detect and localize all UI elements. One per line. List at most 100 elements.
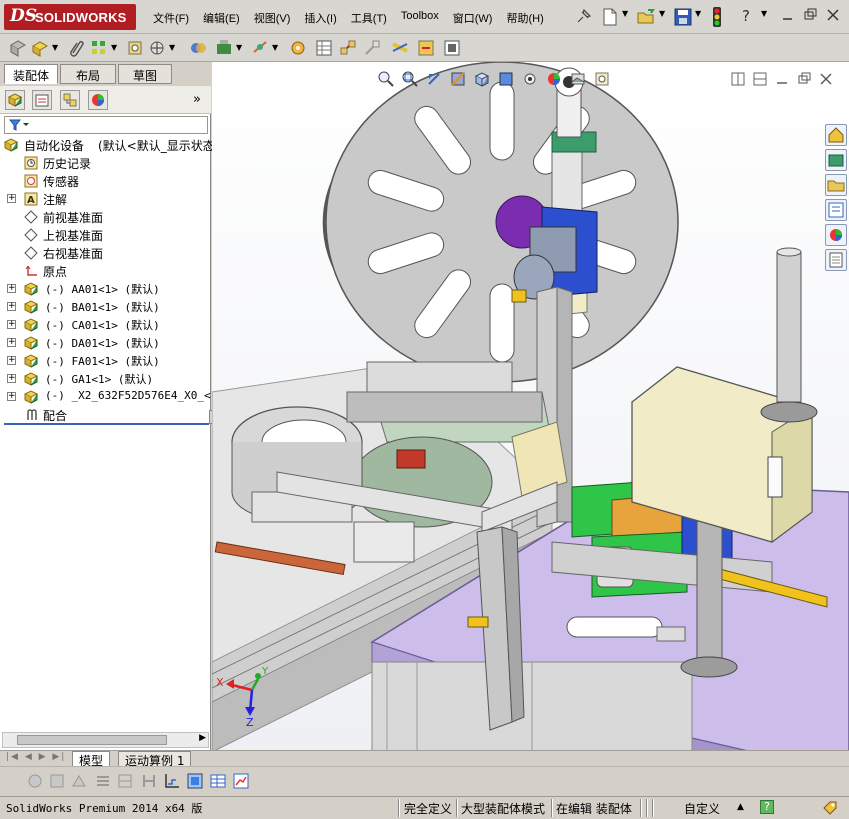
disabled-tool-6-icon[interactable] bbox=[140, 772, 158, 790]
interference-detection-icon[interactable] bbox=[390, 38, 410, 58]
rollback-bar[interactable] bbox=[4, 423, 209, 425]
previous-view-icon[interactable] bbox=[425, 70, 443, 88]
expand-toggle[interactable]: + bbox=[7, 356, 16, 365]
graphics-viewport[interactable]: X Y Z bbox=[212, 62, 849, 752]
show-hidden-components-icon[interactable] bbox=[188, 38, 208, 58]
minimize-icon[interactable] bbox=[781, 8, 795, 26]
new-document-icon[interactable] bbox=[600, 7, 620, 27]
menu-view[interactable]: 视图(V) bbox=[247, 10, 298, 26]
reference-geometry-icon[interactable] bbox=[250, 38, 270, 58]
apply-scene-icon[interactable] bbox=[569, 70, 587, 88]
clearance-verification-icon[interactable] bbox=[416, 38, 436, 58]
tab-model[interactable]: 模型 bbox=[72, 751, 111, 768]
smart-fasteners-icon[interactable] bbox=[125, 38, 145, 58]
pin-icon[interactable] bbox=[574, 8, 594, 28]
view-settings-icon[interactable] bbox=[593, 70, 611, 88]
view-palette-icon[interactable] bbox=[825, 199, 847, 221]
tree-item-component-fa01[interactable]: + (-) FA01<1> (默认) bbox=[0, 352, 211, 370]
tab-layout[interactable]: 布局 bbox=[60, 64, 116, 84]
rebuild-traffic-light-icon[interactable] bbox=[710, 6, 730, 27]
table-view-icon[interactable] bbox=[209, 772, 227, 790]
new-motion-study-icon[interactable] bbox=[288, 38, 308, 58]
custom-properties-icon[interactable] bbox=[825, 249, 847, 271]
features-dropdown-icon[interactable]: ▼ bbox=[236, 43, 246, 63]
expand-toggle[interactable]: + bbox=[7, 284, 16, 293]
file-explorer-icon[interactable] bbox=[825, 174, 847, 196]
expand-toggle[interactable]: + bbox=[7, 302, 16, 311]
split-view-left-icon[interactable] bbox=[731, 72, 745, 86]
tree-item-top-plane[interactable]: 上视基准面 bbox=[0, 226, 211, 244]
menu-tools[interactable]: 工具(T) bbox=[344, 10, 394, 26]
menu-toolbox[interactable]: Toolbox bbox=[394, 10, 446, 26]
bill-of-materials-icon[interactable] bbox=[314, 38, 334, 58]
tree-root-assembly[interactable]: 自动化设备 (默认<默认_显示状态 bbox=[0, 136, 215, 154]
save-icon[interactable] bbox=[673, 7, 693, 27]
assembly-model-render[interactable]: X Y Z bbox=[212, 62, 849, 752]
tree-item-front-plane[interactable]: 前视基准面 bbox=[0, 208, 211, 226]
expand-toggle[interactable]: + bbox=[7, 338, 16, 347]
open-folder-icon[interactable] bbox=[636, 7, 656, 27]
expand-toggle[interactable]: + bbox=[7, 392, 16, 401]
tree-item-component-ga1[interactable]: + (-) GA1<1> (默认) bbox=[0, 370, 211, 388]
expand-toggle[interactable]: + bbox=[7, 374, 16, 383]
menu-insert[interactable]: 插入(I) bbox=[297, 10, 343, 26]
solidworks-resources-icon[interactable] bbox=[825, 124, 847, 146]
section-view-icon[interactable] bbox=[449, 70, 467, 88]
appearances-scenes-icon[interactable] bbox=[825, 224, 847, 246]
tab-motion-study[interactable]: 运动算例 1 bbox=[118, 751, 192, 768]
zoom-to-area-icon[interactable] bbox=[401, 70, 419, 88]
scroll-right-arrow-icon[interactable]: ▶ bbox=[199, 733, 206, 743]
tab-scroll-arrows-icon[interactable]: |◀ ◀ ▶ ▶| bbox=[6, 752, 66, 762]
tree-item-origin[interactable]: 原点 bbox=[0, 262, 211, 280]
move-dropdown-icon[interactable]: ▼ bbox=[169, 43, 179, 63]
tree-filter-input[interactable] bbox=[4, 116, 208, 134]
configuration-manager-icon[interactable] bbox=[60, 90, 80, 110]
menu-window[interactable]: 窗口(W) bbox=[446, 10, 500, 26]
results-plot-icon[interactable] bbox=[232, 772, 250, 790]
display-manager-icon[interactable] bbox=[88, 90, 108, 110]
viewport-close-icon[interactable] bbox=[819, 72, 833, 86]
viewport-minimize-icon[interactable] bbox=[775, 72, 789, 86]
restore-icon[interactable] bbox=[803, 8, 817, 26]
tree-item-component-ca01[interactable]: + (-) CA01<1> (默认) bbox=[0, 316, 211, 334]
viewport-restore-icon[interactable] bbox=[797, 72, 811, 86]
tree-item-annotations[interactable]: + A 注解 bbox=[0, 190, 211, 208]
disabled-tool-3-icon[interactable] bbox=[70, 772, 88, 790]
tab-sketch[interactable]: 草图 bbox=[118, 64, 172, 84]
reference-dropdown-icon[interactable]: ▼ bbox=[272, 43, 282, 63]
scrollbar-thumb[interactable] bbox=[17, 735, 167, 745]
explode-line-sketch-icon[interactable] bbox=[362, 38, 382, 58]
insert-component-icon[interactable] bbox=[8, 38, 28, 58]
disabled-tool-2-icon[interactable] bbox=[48, 772, 66, 790]
disabled-tool-1-icon[interactable] bbox=[26, 772, 44, 790]
tree-item-component-ba01[interactable]: + (-) BA01<1> (默认) bbox=[0, 298, 211, 316]
expand-toggle[interactable]: + bbox=[7, 194, 16, 203]
tree-item-component-da01[interactable]: + (-) DA01<1> (默认) bbox=[0, 334, 211, 352]
tree-item-component-x2[interactable]: + (-) _X2_632F52D576E4_X0_<1> bbox=[0, 388, 224, 406]
tree-item-right-plane[interactable]: 右视基准面 bbox=[0, 244, 211, 262]
feature-manager-tree-icon[interactable] bbox=[5, 90, 25, 110]
shaded-display-icon[interactable] bbox=[186, 772, 204, 790]
chart-axes-icon[interactable] bbox=[163, 772, 181, 790]
menu-edit[interactable]: 编辑(E) bbox=[196, 10, 247, 26]
help-question-icon[interactable]: ? bbox=[742, 7, 762, 27]
display-style-icon[interactable] bbox=[497, 70, 515, 88]
help-dropdown-icon[interactable]: ▼ bbox=[761, 9, 781, 29]
tree-item-component-aa01[interactable]: + (-) AA01<1> (默认) bbox=[0, 280, 211, 298]
expand-toggle[interactable]: + bbox=[7, 320, 16, 329]
new-part-icon[interactable] bbox=[30, 38, 50, 58]
status-units[interactable]: 自定义 bbox=[684, 800, 720, 817]
help-status-icon[interactable]: ? bbox=[760, 800, 774, 814]
property-manager-icon[interactable] bbox=[32, 90, 52, 110]
tree-item-history[interactable]: 历史记录 bbox=[0, 154, 211, 172]
assembly-features-icon[interactable] bbox=[214, 38, 234, 58]
zoom-to-fit-icon[interactable] bbox=[377, 70, 395, 88]
view-orientation-icon[interactable] bbox=[473, 70, 491, 88]
split-view-right-icon[interactable] bbox=[753, 72, 767, 86]
close-icon[interactable] bbox=[826, 8, 840, 26]
pattern-dropdown-icon[interactable]: ▼ bbox=[111, 43, 121, 63]
tab-assembly[interactable]: 装配体 bbox=[4, 64, 58, 84]
solidworks-logo[interactable]: DS SOLIDWORKS bbox=[4, 4, 136, 30]
edit-appearance-icon[interactable] bbox=[545, 70, 563, 88]
units-arrow-icon[interactable]: ▲ bbox=[737, 802, 744, 812]
